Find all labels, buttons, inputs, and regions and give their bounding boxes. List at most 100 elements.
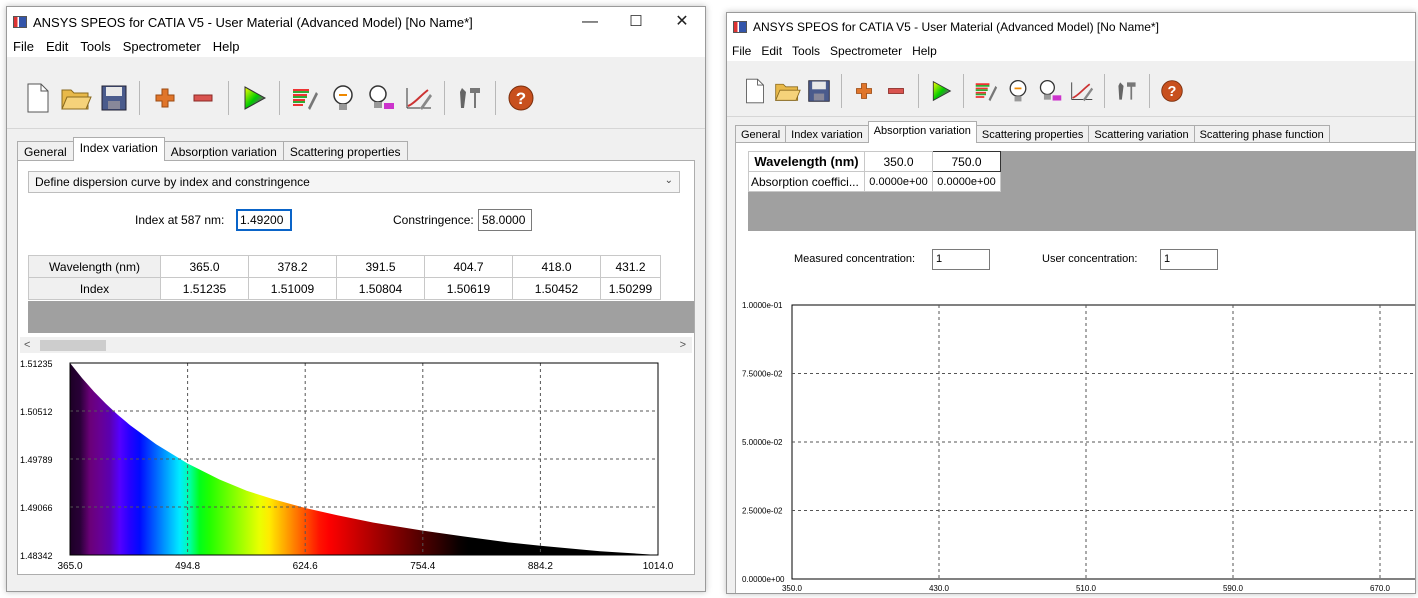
minimize-button[interactable]: — — [567, 7, 613, 37]
menu-spectrometer[interactable]: Spectrometer — [117, 37, 207, 57]
toolbar-separator — [841, 73, 842, 108]
table-cell[interactable]: 1.50299 — [600, 277, 661, 300]
x-tick-label: 590.0 — [1223, 584, 1244, 593]
new-file-icon[interactable] — [21, 81, 55, 115]
maximize-button[interactable]: ☐ — [613, 7, 659, 37]
help-icon[interactable]: ? — [504, 81, 538, 115]
toolbar-separator — [963, 73, 964, 108]
x-tick-label: 884.2 — [528, 561, 553, 572]
toolbar-separator — [444, 80, 445, 115]
tab-absorption-variation[interactable]: Absorption variation — [867, 121, 977, 143]
user-concentration-input[interactable]: 1 — [1160, 249, 1218, 270]
x-tick-label: 510.0 — [1076, 584, 1097, 593]
tools-icon[interactable] — [453, 81, 487, 115]
scrollbar-thumb[interactable] — [40, 340, 106, 351]
toolbar-separator — [279, 80, 280, 115]
table-cell[interactable]: 0.0000e+00 — [864, 171, 933, 192]
open-folder-icon[interactable] — [59, 81, 93, 115]
menu-file[interactable]: File — [7, 37, 40, 57]
table-cell[interactable]: 365.0 — [160, 255, 249, 278]
absorption-table: Wavelength (nm) 350.0 750.0 Absorption c… — [748, 151, 1001, 192]
table-cell[interactable]: 1.51235 — [160, 277, 249, 300]
graph-edit-icon[interactable] — [402, 81, 436, 115]
measured-concentration-label: Measured concentration: — [794, 253, 916, 265]
table-cell[interactable]: 378.2 — [248, 255, 337, 278]
remove-icon[interactable] — [882, 76, 910, 106]
y-tick-label: 2.5000e-02 — [742, 507, 783, 516]
menu-help[interactable]: Help — [207, 37, 246, 57]
table-cell[interactable]: 404.7 — [424, 255, 513, 278]
light-source-icon[interactable] — [1004, 76, 1032, 106]
x-tick-label: 670.0 — [1370, 584, 1391, 593]
spectrum-edit-icon[interactable] — [288, 81, 322, 115]
tab-scattering-phase-function[interactable]: Scattering phase function — [1193, 125, 1330, 143]
index-variation-panel: Define dispersion curve by index and con… — [17, 160, 695, 575]
tab-scattering-properties[interactable]: Scattering properties — [282, 141, 408, 161]
tab-index-variation[interactable]: Index variation — [785, 125, 869, 143]
tools-icon[interactable] — [1113, 76, 1141, 106]
table-cell[interactable]: 391.5 — [336, 255, 425, 278]
menu-edit[interactable]: Edit — [756, 41, 787, 61]
dispersion-mode-select[interactable]: Define dispersion curve by index and con… — [28, 171, 680, 193]
y-tick-label: 0.0000e+00 — [742, 575, 785, 584]
add-icon[interactable] — [850, 76, 878, 106]
tab-absorption-variation[interactable]: Absorption variation — [163, 141, 284, 161]
menu-file[interactable]: File — [727, 41, 756, 61]
table-cell[interactable]: 1.50619 — [424, 277, 513, 300]
table-cell[interactable]: 350.0 — [864, 151, 933, 172]
spectrum-edit-icon[interactable] — [972, 76, 1000, 106]
menu-edit[interactable]: Edit — [40, 37, 74, 57]
remove-icon[interactable] — [186, 81, 220, 115]
tab-index-variation[interactable]: Index variation — [72, 137, 165, 161]
tab-scattering-properties[interactable]: Scattering properties — [975, 125, 1090, 143]
toolbar-separator — [228, 80, 229, 115]
y-tick-label: 5.0000e-02 — [742, 438, 783, 447]
table-cell[interactable]: 0.0000e+00 — [932, 171, 1001, 192]
scroll-left-icon[interactable]: < — [24, 337, 30, 353]
scroll-right-icon[interactable]: > — [680, 337, 686, 353]
color-prism-icon[interactable] — [927, 76, 955, 106]
open-folder-icon[interactable] — [773, 76, 801, 106]
close-button[interactable]: ✕ — [659, 7, 705, 37]
svg-text:?: ? — [516, 89, 526, 108]
table-cell[interactable]: 1.51009 — [248, 277, 337, 300]
add-icon[interactable] — [148, 81, 182, 115]
table-empty-area — [28, 301, 694, 333]
menu-tools[interactable]: Tools — [74, 37, 116, 57]
row-header: Absorption coeffici... — [748, 171, 865, 192]
menu-spectrometer[interactable]: Spectrometer — [825, 41, 907, 61]
user-concentration-label: User concentration: — [1042, 253, 1138, 265]
table-cell[interactable]: 750.0 — [932, 151, 1001, 172]
absorption-variation-panel: Wavelength (nm) 350.0 750.0 Absorption c… — [735, 142, 1415, 593]
light-source-icon[interactable] — [326, 81, 360, 115]
x-tick-label: 365.0 — [57, 561, 82, 572]
tab-scattering-variation[interactable]: Scattering variation — [1088, 125, 1195, 143]
index-input[interactable]: 1.49200 — [236, 209, 292, 231]
table-cell[interactable]: 1.50452 — [512, 277, 601, 300]
save-icon[interactable] — [805, 76, 833, 106]
x-tick-label: 494.8 — [175, 561, 200, 572]
save-icon[interactable] — [97, 81, 131, 115]
horizontal-scrollbar[interactable]: < > — [20, 337, 692, 353]
help-icon[interactable]: ? — [1158, 76, 1186, 106]
lamp-spectrum-icon[interactable] — [1036, 76, 1064, 106]
measured-concentration-input[interactable]: 1 — [932, 249, 990, 270]
constringence-input[interactable]: 58.0000 — [478, 209, 532, 231]
new-file-icon[interactable] — [741, 76, 769, 106]
dispersion-chart: 365.0 494.8 624.6 754.4 884.2 1014.0 1.51235 1.… — [20, 359, 674, 572]
y-tick-label: 1.50512 — [20, 407, 53, 417]
tab-general[interactable]: General — [17, 141, 74, 161]
table-cell[interactable]: 1.50804 — [336, 277, 425, 300]
graph-edit-icon[interactable] — [1068, 76, 1096, 106]
lamp-spectrum-icon[interactable] — [364, 81, 398, 115]
color-prism-icon[interactable] — [237, 81, 271, 115]
table-cell[interactable]: 431.2 — [600, 255, 661, 278]
toolbar: ? — [727, 65, 1415, 117]
y-tick-label: 1.49066 — [20, 503, 53, 513]
table-row: Index 1.51235 1.51009 1.50804 1.50619 1.… — [28, 277, 661, 300]
menu-tools[interactable]: Tools — [787, 41, 825, 61]
tab-general[interactable]: General — [735, 125, 787, 143]
menu-help[interactable]: Help — [907, 41, 942, 61]
absorption-variation-window: ANSYS SPEOS for CATIA V5 - User Material… — [726, 12, 1416, 594]
table-cell[interactable]: 418.0 — [512, 255, 601, 278]
